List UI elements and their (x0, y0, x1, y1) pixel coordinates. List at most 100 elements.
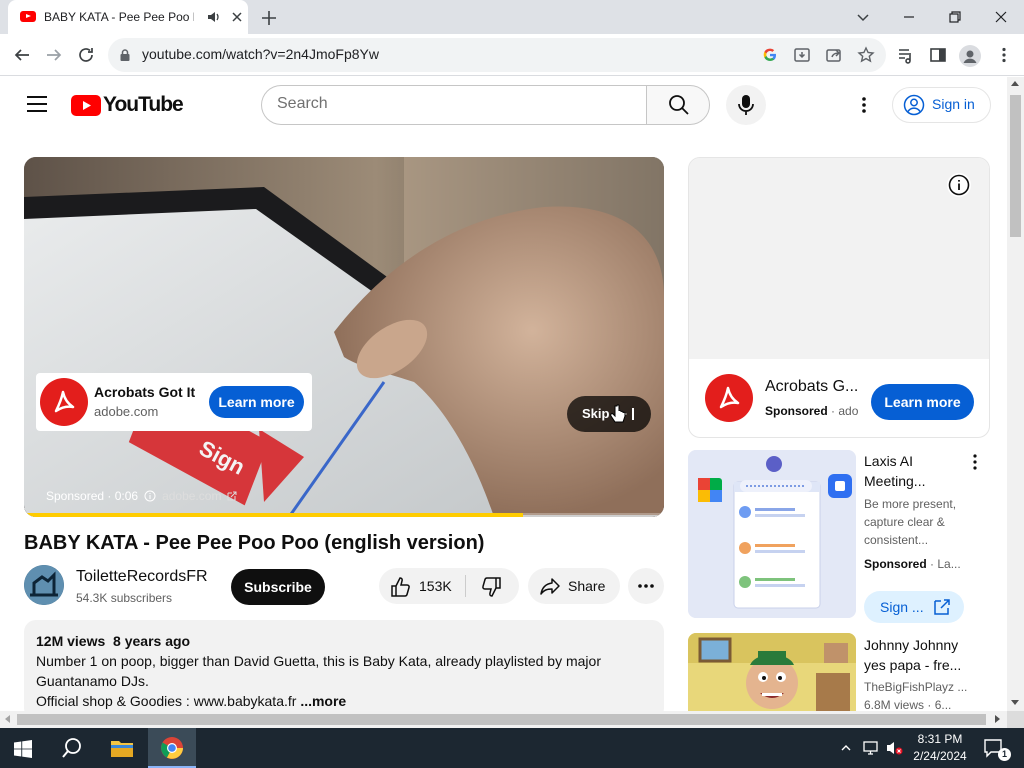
network-icon[interactable] (862, 740, 880, 756)
ad-domain: adobe.com (94, 404, 159, 419)
profile-avatar-icon[interactable] (959, 45, 981, 67)
dislike-button[interactable] (480, 576, 502, 598)
description-line-1: Number 1 on poop, bigger than David Guet… (36, 653, 601, 669)
file-explorer-icon[interactable] (110, 738, 134, 758)
voice-search-button[interactable] (726, 85, 766, 125)
skip-ad-button[interactable]: Skip (567, 396, 651, 432)
scroll-up-arrow-icon[interactable] (1011, 81, 1019, 86)
laxis-desc-line-3: consistent... (864, 533, 929, 547)
hamburger-menu-icon[interactable] (26, 94, 48, 114)
johnny-title-line-1[interactable]: Johnny Johnny (864, 635, 961, 655)
close-tab-icon[interactable] (230, 10, 244, 24)
close-window-icon[interactable] (990, 6, 1012, 28)
video-player[interactable]: Sign Sponsored · 0:06 adobe.com (24, 157, 664, 517)
laxis-ad-title[interactable]: Laxis AI Meeting... (864, 451, 925, 491)
view-count: 12M views (36, 633, 106, 649)
ad-overlay-card[interactable]: Acrobats Got It adobe.com Learn more (36, 373, 312, 431)
horizontal-scroll-thumb[interactable] (17, 714, 986, 725)
volume-muted-icon[interactable] (886, 740, 904, 756)
progress-fill (24, 513, 524, 517)
mouse-cursor-hand-icon (610, 404, 626, 423)
ad-status-domain[interactable]: adobe.com (162, 489, 221, 503)
more-actions-button[interactable] (628, 568, 664, 604)
external-link-icon (934, 599, 950, 615)
clock-date[interactable]: 2/24/2024 (910, 749, 970, 763)
install-app-icon[interactable] (793, 46, 811, 64)
horizontal-scrollbar[interactable] (0, 711, 1007, 728)
share-page-icon[interactable] (825, 46, 843, 64)
laxis-ad-thumbnail[interactable] (688, 450, 856, 618)
sign-in-label[interactable]: Sign in (932, 96, 975, 112)
companion-ad-media (689, 158, 989, 359)
tab-search-icon[interactable] (852, 6, 874, 28)
clock-time[interactable]: 8:31 PM (914, 732, 966, 746)
show-more-link[interactable]: ...more (300, 693, 346, 709)
learn-more-button[interactable]: Learn more (209, 386, 304, 418)
taskbar-search-icon[interactable] (61, 737, 83, 759)
scroll-right-arrow-icon[interactable] (995, 715, 1000, 723)
johnny-video-thumbnail[interactable] (688, 633, 856, 711)
like-button[interactable] (390, 576, 412, 598)
search-button[interactable] (646, 85, 710, 125)
johnny-video-title[interactable]: Johnny Johnny yes papa - fre... (864, 635, 961, 675)
share-label[interactable]: Share (568, 578, 605, 594)
info-icon (948, 174, 970, 196)
ad-info-button[interactable] (947, 173, 971, 197)
url-text[interactable]: youtube.com/watch?v=2n4JmoFp8Yw (142, 46, 379, 62)
johnny-title-line-2[interactable]: yes papa - fre... (864, 655, 961, 675)
companion-ad-panel[interactable]: Acrobats G... Sponsored · ado Learn more (688, 157, 990, 438)
companion-ad-name: Acrobats G... (765, 378, 859, 395)
chrome-taskbar-button[interactable] (148, 728, 196, 768)
browser-tab[interactable]: BABY KATA - Pee Pee Poo Poo (8, 0, 248, 34)
info-icon[interactable] (144, 490, 156, 502)
youtube-logo[interactable]: YouTube (71, 93, 184, 117)
speaker-icon[interactable] (207, 10, 221, 24)
tab-title: BABY KATA - Pee Pee Poo Poo (44, 10, 194, 24)
chrome-menu-icon[interactable] (995, 46, 1013, 64)
vertical-scrollbar[interactable] (1007, 77, 1024, 711)
forward-icon[interactable] (45, 46, 63, 64)
description-shop-text: Official shop & Goodies : www.babykata.f… (36, 693, 297, 709)
windows-start-icon[interactable] (14, 740, 32, 758)
description-box[interactable]: 12M views 8 years ago Number 1 on poop, … (24, 620, 664, 720)
channel-name[interactable]: ToiletteRecordsFR (76, 568, 208, 586)
johnny-channel[interactable]: TheBigFishPlayz ... (864, 680, 967, 694)
reload-icon[interactable] (77, 46, 95, 64)
subscribe-button[interactable]: Subscribe (231, 569, 325, 605)
google-icon[interactable] (761, 46, 779, 64)
search-input[interactable]: Search (277, 95, 328, 113)
thumbs-down-icon (482, 577, 501, 597)
laxis-title-line-1[interactable]: Laxis AI (864, 451, 925, 471)
restore-icon[interactable] (944, 6, 966, 28)
item-more-icon[interactable] (966, 453, 984, 471)
scroll-left-arrow-icon[interactable] (5, 715, 10, 723)
laxis-sign-up-button[interactable]: Sign ... (864, 591, 964, 623)
johnny-views: 6.8M views (864, 698, 925, 712)
ad-status-text: Sponsored · 0:06 (46, 489, 139, 503)
tray-chevron-icon[interactable] (840, 742, 852, 754)
lock-icon[interactable] (118, 48, 132, 62)
share-button[interactable]: Share (528, 568, 620, 604)
laxis-cta-label[interactable]: Sign ... (880, 599, 924, 615)
like-count[interactable]: 153K (419, 578, 452, 594)
bookmark-star-icon[interactable] (857, 46, 875, 64)
side-panel-icon[interactable] (929, 46, 947, 64)
youtube-favicon-icon (20, 11, 36, 22)
back-icon[interactable] (13, 46, 31, 64)
laxis-title-line-2[interactable]: Meeting... (864, 471, 925, 491)
laxis-advertiser: La... (937, 557, 961, 571)
laxis-desc-line-2: capture clear & (864, 515, 945, 529)
vertical-scroll-thumb[interactable] (1010, 95, 1021, 237)
settings-more-icon[interactable] (854, 95, 874, 115)
laxis-ad-meta: Sponsored · La... (864, 557, 961, 571)
skip-label[interactable]: Skip (582, 406, 609, 421)
scroll-down-arrow-icon[interactable] (1011, 700, 1019, 705)
laxis-ad-description: Be more present, capture clear & consist… (864, 495, 956, 549)
new-tab-icon[interactable] (258, 7, 280, 29)
companion-learn-more-button[interactable]: Learn more (871, 384, 974, 420)
reading-list-icon[interactable] (897, 46, 915, 64)
progress-track[interactable] (24, 513, 664, 517)
companion-ad-meta: Sponsored · ado (765, 404, 859, 418)
channel-avatar[interactable] (24, 565, 64, 605)
minimize-icon[interactable] (898, 6, 920, 28)
